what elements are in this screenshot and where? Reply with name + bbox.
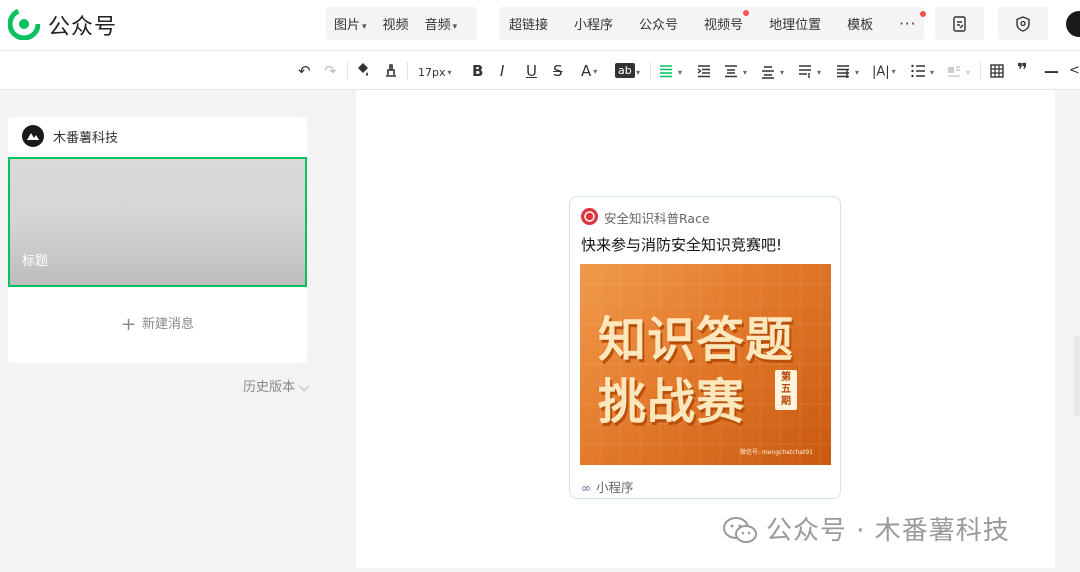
align-left-icon[interactable]: [658, 63, 674, 79]
poster-wechat-id: 微信号: mengchatchat91: [740, 449, 813, 456]
miniprogram-title: 快来参与消防安全知识竞赛吧!: [581, 236, 783, 254]
miniprogram-footer: ∞ 小程序: [581, 480, 634, 495]
poster-headline-2: 挑战赛: [598, 374, 746, 430]
insert-hyperlink-button[interactable]: 超链接: [509, 14, 548, 33]
cover-title: 标题: [22, 254, 49, 269]
wechat-icon: [723, 517, 757, 543]
more-menu-button[interactable]: ···: [899, 10, 927, 33]
redo-icon[interactable]: ↷: [324, 61, 337, 81]
float-image-icon[interactable]: [946, 63, 962, 79]
insert-channels-button[interactable]: 视频号: [704, 10, 750, 33]
vertical-align-icon[interactable]: [760, 63, 776, 79]
paragraph-spacing-icon[interactable]: [797, 63, 813, 79]
format-painter-icon[interactable]: [355, 62, 371, 78]
poster-headline-1: 知识答题: [598, 312, 795, 368]
miniprogram-avatar-icon: [581, 208, 598, 225]
background-color-icon[interactable]: ab: [615, 63, 635, 78]
content-insert-group: 超链接 小程序 公众号 视频号 地理位置 模板 ···: [499, 7, 927, 40]
watermark: 公众号 · 木番薯科技: [722, 510, 1010, 547]
italic-icon[interactable]: I: [500, 61, 504, 81]
poster-issue-badge: 第 五 期: [775, 370, 797, 410]
quote-icon[interactable]: ❞: [1017, 61, 1028, 81]
insert-location-button[interactable]: 地理位置: [769, 14, 821, 33]
font-color-icon[interactable]: A ▾: [581, 61, 597, 82]
media-insert-group: 图片 ▾ 视频 音频 ▾: [326, 7, 477, 40]
bold-icon[interactable]: B: [472, 61, 483, 81]
toolbar-divider: [347, 62, 348, 80]
insert-official-account-button[interactable]: 公众号: [639, 14, 678, 33]
plus-icon: +: [120, 314, 137, 335]
miniprogram-name: 安全知识科普Race: [604, 211, 710, 226]
insert-template-button[interactable]: 模板: [847, 14, 873, 33]
security-button[interactable]: [998, 7, 1048, 40]
miniprogram-link-icon: ∞: [581, 481, 591, 495]
top-bar: 公众号 图片 ▾ 视频 音频 ▾ 超链接 小程序 公众号 视频号 地理位置 模板 ·…: [0, 0, 1080, 50]
miniprogram-card[interactable]: 安全知识科普Race 快来参与消防安全知识竞赛吧! 知识答题 挑战赛 第 五 期…: [569, 196, 841, 499]
insert-video-button[interactable]: 视频: [383, 14, 409, 33]
edit-doc-icon: [952, 15, 966, 32]
line-spacing-icon[interactable]: [723, 63, 739, 79]
strikethrough-icon[interactable]: S: [553, 61, 563, 81]
toolbar-divider: [407, 62, 408, 80]
scrollbar[interactable]: [1074, 336, 1080, 416]
insert-miniprogram-button[interactable]: 小程序: [574, 14, 613, 33]
new-badge-dot: [743, 10, 750, 16]
account-name: 木番薯科技: [53, 131, 119, 146]
new-badge-dot: [920, 10, 927, 17]
font-size-select[interactable]: 17px ▾: [418, 63, 452, 83]
indent-spacing-icon[interactable]: [835, 63, 851, 79]
history-version-link[interactable]: 历史版本 ⌵: [243, 376, 309, 395]
miniprogram-poster-image: 知识答题 挑战赛 第 五 期 微信号: mengchatchat91: [580, 264, 831, 465]
divider-icon[interactable]: —: [1044, 61, 1059, 81]
toolbar-divider: [980, 62, 981, 80]
account-avatar: [22, 125, 44, 147]
article-list-card: 木番薯科技 标题 + 新建消息: [8, 117, 307, 363]
toolbar-divider: [650, 62, 651, 80]
app-brand: 公众号: [48, 15, 118, 40]
wechat-mp-logo-icon: [8, 8, 40, 40]
insert-audio-button[interactable]: 音频 ▾: [425, 14, 458, 33]
edit-doc-button[interactable]: [935, 7, 984, 40]
table-icon[interactable]: [989, 63, 1005, 79]
code-icon[interactable]: </: [1069, 61, 1080, 81]
undo-icon[interactable]: ↶: [298, 61, 311, 81]
clear-format-icon[interactable]: [383, 62, 399, 78]
list-icon[interactable]: [910, 63, 926, 79]
underline-icon[interactable]: U: [526, 61, 537, 81]
security-shield-icon: [1016, 15, 1030, 32]
insert-image-button[interactable]: 图片 ▾: [334, 14, 367, 33]
format-toolbar: ↶ ↷ 17px ▾ B I U S A ▾ ab ▾ ▾ ▾ ▾ ▾ ▾ |A| ▾…: [0, 50, 1080, 90]
letter-spacing-icon[interactable]: |A| ▾: [872, 62, 896, 83]
user-avatar[interactable]: [1066, 11, 1080, 37]
indent-icon[interactable]: [696, 63, 712, 79]
new-message-button[interactable]: + 新建消息: [8, 313, 307, 335]
article-cover-selected[interactable]: 标题: [8, 157, 307, 287]
